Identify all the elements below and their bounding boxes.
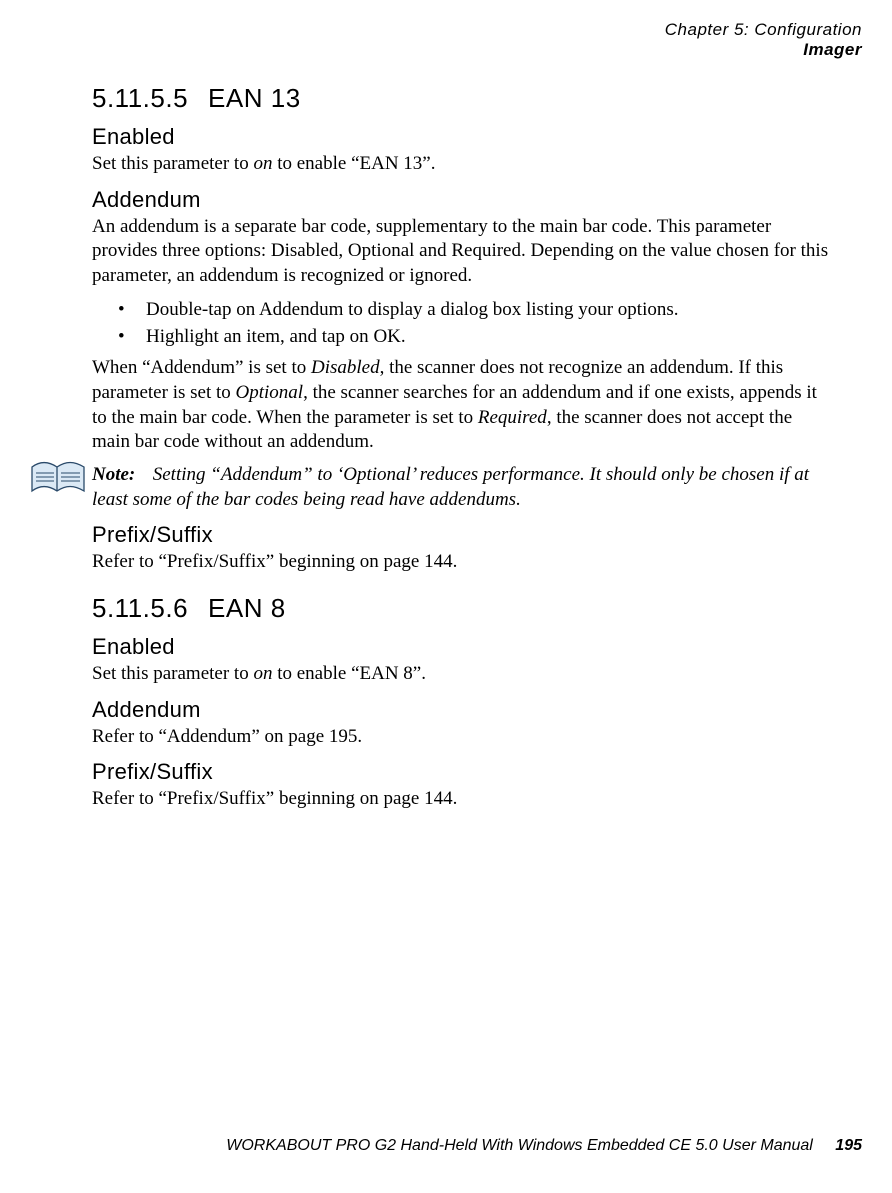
header-section: Imager — [30, 40, 862, 60]
para-addendum-ean8: Refer to “Addendum” on page 195. — [92, 725, 834, 750]
list-item: Highlight an item, and tap on OK. — [92, 324, 834, 350]
text-emphasis: on — [253, 153, 272, 174]
header-chapter: Chapter 5: Configuration — [30, 20, 862, 40]
section-number: 5.11.5.5 — [92, 83, 188, 113]
subheading-addendum-ean8: Addendum — [92, 697, 834, 723]
subheading-enabled-ean13: Enabled — [92, 124, 834, 150]
text-fragment: to enable “EAN 13”. — [272, 153, 435, 174]
text-fragment: When “Addendum” is set to — [92, 357, 311, 378]
text-fragment: Set this parameter to — [92, 663, 253, 684]
para-prefix-suffix-ean13: Refer to “Prefix/Suffix” beginning on pa… — [92, 550, 834, 575]
subheading-prefix-suffix-ean13: Prefix/Suffix — [92, 522, 834, 548]
footer: WORKABOUT PRO G2 Hand-Held With Windows … — [30, 1137, 862, 1155]
text-fragment: Set this parameter to — [92, 153, 253, 174]
note-body: Setting “Addendum” to ‘Optional’ reduces… — [92, 464, 809, 510]
section-heading-ean8: 5.11.5.6 EAN 8 — [92, 593, 834, 624]
content-area: 5.11.5.5 EAN 13 Enabled Set this paramete… — [92, 83, 834, 812]
subheading-addendum-ean13: Addendum — [92, 187, 834, 213]
text-fragment: to display a dialog box listing your opt… — [343, 299, 678, 320]
text-fragment: . — [401, 326, 406, 347]
footer-title: WORKABOUT PRO G2 Hand-Held With Windows … — [226, 1137, 813, 1154]
section-number: 5.11.5.6 — [92, 593, 188, 623]
text-fragment: Highlight an item, and tap on — [146, 326, 373, 347]
section-title: EAN 13 — [208, 83, 301, 113]
running-header: Chapter 5: Configuration Imager — [30, 20, 862, 59]
text-fragment: Double-tap on — [146, 299, 259, 320]
text-bold: Addendum — [259, 299, 343, 320]
book-icon — [30, 461, 86, 497]
page-number: 195 — [835, 1137, 862, 1154]
header-section-text: Imager — [803, 40, 862, 59]
text-emphasis: Required — [478, 407, 547, 428]
para-enabled-ean8: Set this parameter to on to enable “EAN … — [92, 662, 834, 687]
section-heading-ean13: 5.11.5.5 EAN 13 — [92, 83, 834, 114]
subheading-enabled-ean8: Enabled — [92, 634, 834, 660]
para-prefix-suffix-ean8: Refer to “Prefix/Suffix” beginning on pa… — [92, 787, 834, 812]
section-title: EAN 8 — [208, 593, 286, 623]
note-block: Note: Setting “Addendum” to ‘Optional’ r… — [92, 463, 834, 512]
addendum-steps-list: Double-tap on Addendum to display a dial… — [92, 297, 834, 350]
para-addendum-modes: When “Addendum” is set to Disabled, the … — [92, 356, 834, 455]
text-fragment: to enable “EAN 8”. — [272, 663, 426, 684]
page: Chapter 5: Configuration Imager 5.11.5.5… — [0, 0, 892, 1193]
note-text: Note: Setting “Addendum” to ‘Optional’ r… — [92, 463, 834, 512]
para-enabled-ean13: Set this parameter to on to enable “EAN … — [92, 152, 834, 177]
subheading-prefix-suffix-ean8: Prefix/Suffix — [92, 759, 834, 785]
text-emphasis: Optional — [236, 382, 304, 403]
text-emphasis: Disabled — [311, 357, 380, 378]
para-addendum-intro: An addendum is a separate bar code, supp… — [92, 215, 834, 289]
list-item: Double-tap on Addendum to display a dial… — [92, 297, 834, 323]
text-emphasis: on — [253, 663, 272, 684]
note-label: Note: — [92, 463, 148, 488]
text-bold: OK — [373, 326, 400, 347]
